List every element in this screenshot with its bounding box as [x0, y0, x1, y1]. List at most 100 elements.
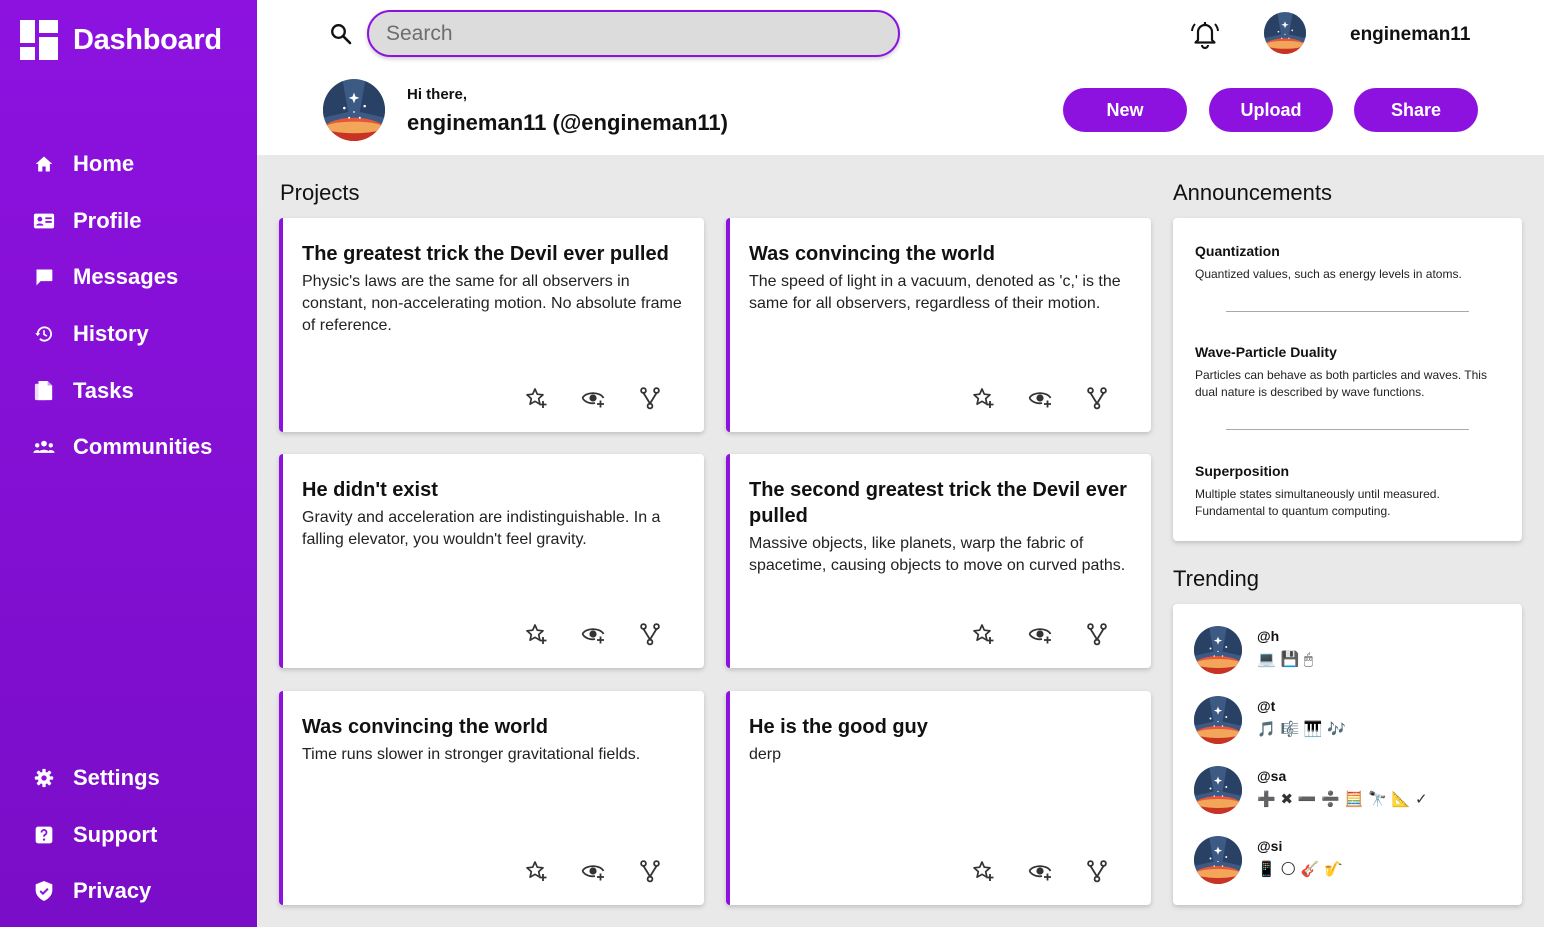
sidebar-item-label: Profile	[73, 207, 142, 233]
watch-add-icon[interactable]	[1027, 858, 1053, 884]
upload-button[interactable]: Upload	[1209, 88, 1333, 132]
trending-emojis: 🎵 🎼 🎹 🎶	[1257, 720, 1347, 738]
trending-user[interactable]: @sa ➕ ✖ ➖ ➗ 🧮 🔭 📐 ✓	[1194, 766, 1494, 816]
trending-emojis: ➕ ✖ ➖ ➗ 🧮 🔭 📐 ✓	[1257, 790, 1428, 808]
project-card[interactable]: The greatest trick the Devil ever pulled…	[279, 218, 704, 432]
sidebar-item-home[interactable]: Home	[33, 136, 212, 193]
search-input[interactable]	[367, 10, 900, 57]
sidebar-item-tasks[interactable]: Tasks	[33, 362, 212, 419]
trending-handle[interactable]: @t	[1257, 698, 1275, 714]
fork-icon[interactable]	[637, 621, 663, 647]
star-add-icon[interactable]	[970, 385, 996, 411]
star-add-icon[interactable]	[523, 858, 549, 884]
sidebar-item-label: Communities	[73, 434, 213, 460]
fork-icon[interactable]	[637, 385, 663, 411]
trending-user[interactable]: @si 📱 🌕 🎸 🎷	[1194, 836, 1494, 886]
notification-bell-icon[interactable]	[1190, 18, 1220, 50]
avatar[interactable]	[1194, 766, 1242, 814]
project-description: The speed of light in a vacuum, denoted …	[749, 273, 1121, 312]
fork-icon[interactable]	[637, 858, 663, 884]
project-title[interactable]: The greatest trick the Devil ever pulled	[302, 241, 692, 267]
sidebar-item-support[interactable]: Support	[33, 807, 160, 864]
dashboard-logo-icon	[20, 20, 58, 60]
watch-add-icon[interactable]	[580, 621, 606, 647]
trending-heading: Trending	[1173, 566, 1260, 591]
sidebar-nav: Home Profile Messages History Tasks Comm…	[33, 136, 212, 476]
project-actions	[523, 385, 694, 411]
sidebar-item-label: Tasks	[73, 377, 134, 403]
trending-user[interactable]: @t 🎵 🎼 🎹 🎶	[1194, 696, 1494, 746]
trending-user[interactable]: @h 💻 💾 🖱	[1194, 626, 1494, 676]
new-button[interactable]: New	[1063, 88, 1187, 132]
project-description: Physic's laws are the same for all obser…	[302, 273, 682, 334]
sidebar-item-history[interactable]: History	[33, 306, 212, 363]
project-description: Time runs slower in stronger gravitation…	[302, 746, 641, 763]
gear-icon	[33, 767, 55, 789]
watch-add-icon[interactable]	[580, 385, 606, 411]
sidebar-item-settings[interactable]: Settings	[33, 750, 160, 807]
star-add-icon[interactable]	[523, 385, 549, 411]
trending-handle[interactable]: @h	[1257, 628, 1279, 644]
sidebar-bottom-nav: Settings Support Privacy	[33, 750, 160, 920]
project-actions	[970, 385, 1141, 411]
group-icon	[33, 436, 55, 458]
sidebar: Dashboard Home Profile Messages History	[0, 0, 257, 927]
search-icon[interactable]	[329, 22, 353, 46]
project-card[interactable]: Was convincing the world The speed of li…	[726, 218, 1151, 432]
greeting-text: Hi there,	[407, 86, 468, 103]
project-title[interactable]: He is the good guy	[749, 714, 1139, 740]
project-title[interactable]: Was convincing the world	[749, 241, 1139, 267]
sidebar-item-label: History	[73, 321, 149, 347]
watch-add-icon[interactable]	[1027, 621, 1053, 647]
avatar[interactable]	[1264, 12, 1306, 54]
watch-add-icon[interactable]	[580, 858, 606, 884]
project-actions	[970, 858, 1141, 884]
profile-avatar[interactable]	[323, 79, 385, 141]
watch-add-icon[interactable]	[1027, 385, 1053, 411]
project-title[interactable]: The second greatest trick the Devil ever…	[749, 477, 1139, 529]
fork-icon[interactable]	[1084, 858, 1110, 884]
fork-icon[interactable]	[1084, 621, 1110, 647]
sidebar-item-profile[interactable]: Profile	[33, 193, 212, 250]
announcements-heading: Announcements	[1173, 180, 1332, 205]
star-add-icon[interactable]	[970, 621, 996, 647]
project-actions	[523, 858, 694, 884]
project-card[interactable]: Was convincing the world Time runs slowe…	[279, 691, 704, 905]
trending-emojis: 💻 💾 🖱	[1257, 650, 1313, 668]
header: engineman11 Hi there, engineman11 (@engi…	[257, 0, 1544, 155]
avatar[interactable]	[1194, 626, 1242, 674]
sidebar-item-label: Home	[73, 151, 135, 177]
announcement-title: Superposition	[1195, 463, 1290, 479]
brand-title: Dashboard	[73, 23, 222, 56]
announcement-title: Quantization	[1195, 243, 1280, 259]
trending-handle[interactable]: @sa	[1257, 768, 1286, 784]
help-icon	[33, 824, 55, 846]
sidebar-item-communities[interactable]: Communities	[33, 419, 212, 476]
project-actions	[970, 621, 1141, 647]
project-card[interactable]: The second greatest trick the Devil ever…	[726, 454, 1151, 668]
star-add-icon[interactable]	[970, 858, 996, 884]
avatar[interactable]	[1194, 836, 1242, 884]
home-icon	[33, 153, 55, 175]
sidebar-item-label: Settings	[73, 765, 160, 791]
fork-icon[interactable]	[1084, 385, 1110, 411]
star-add-icon[interactable]	[523, 621, 549, 647]
header-username[interactable]: engineman11	[1350, 24, 1470, 46]
project-actions	[523, 621, 694, 647]
project-title[interactable]: Was convincing the world	[302, 714, 692, 740]
id-card-icon	[33, 210, 55, 232]
brand[interactable]: Dashboard	[20, 20, 222, 60]
divider	[1226, 429, 1469, 430]
project-card[interactable]: He didn't exist Gravity and acceleration…	[279, 454, 704, 668]
trending-handle[interactable]: @si	[1257, 838, 1282, 854]
sidebar-item-label: Support	[73, 821, 158, 847]
project-description: Massive objects, like planets, warp the …	[749, 535, 1126, 574]
announcement-title: Wave-Particle Duality	[1195, 344, 1337, 360]
shield-icon	[33, 880, 55, 902]
avatar[interactable]	[1194, 696, 1242, 744]
project-title[interactable]: He didn't exist	[302, 477, 692, 503]
project-card[interactable]: He is the good guy derp	[726, 691, 1151, 905]
sidebar-item-privacy[interactable]: Privacy	[33, 863, 160, 920]
sidebar-item-messages[interactable]: Messages	[33, 249, 212, 306]
share-button[interactable]: Share	[1354, 88, 1478, 132]
